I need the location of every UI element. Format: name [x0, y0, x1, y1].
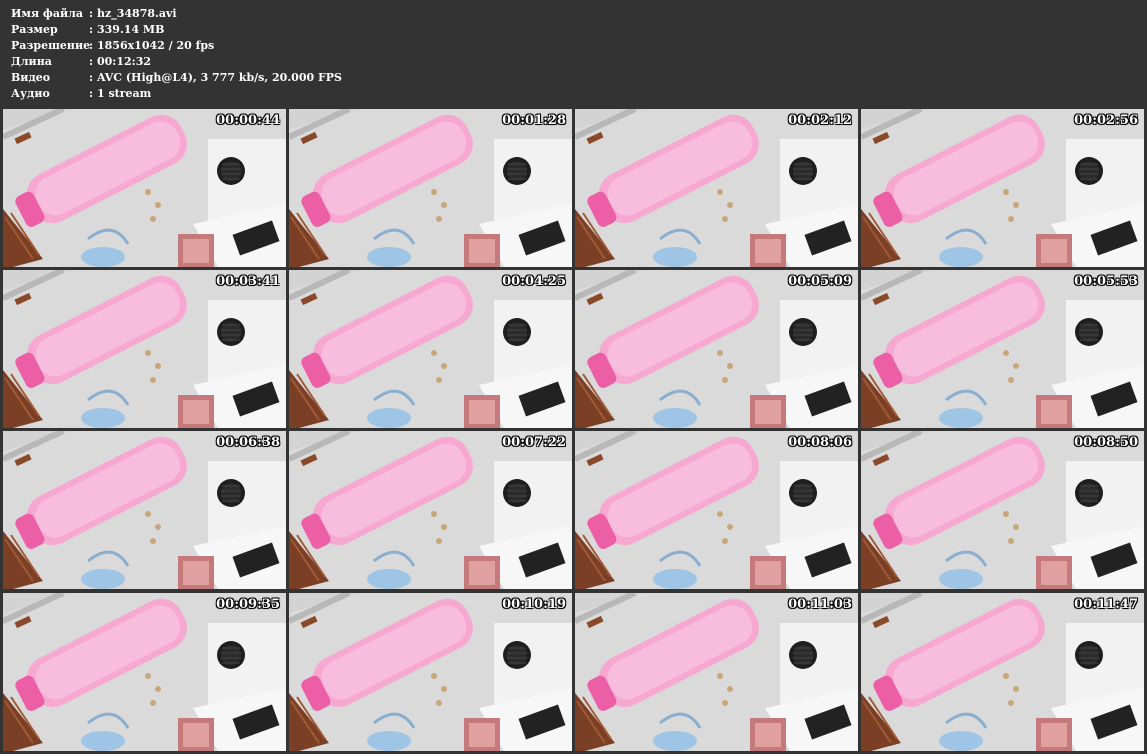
- video-thumbnail: 00:06:38: [3, 431, 286, 589]
- scene-placeholder: [861, 593, 1144, 751]
- thumbnail-timestamp: 00:11:03: [788, 597, 852, 612]
- info-value: 339.14 MB: [97, 23, 165, 36]
- info-key: Длина: [11, 55, 52, 68]
- video-thumbnail: 00:00:44: [3, 109, 286, 267]
- scene-placeholder: [289, 109, 572, 267]
- info-row-duration: Длина : 00:12:32: [11, 54, 342, 70]
- scene-placeholder: [3, 270, 286, 428]
- video-thumbnail: 00:02:56: [861, 109, 1144, 267]
- info-separator: :: [89, 87, 94, 100]
- thumbnail-grid: 00:00:44 00:01:28 00:02:12 00:02:56 00:0…: [3, 109, 1145, 753]
- scene-placeholder: [575, 270, 858, 428]
- info-key: Видео: [11, 71, 51, 84]
- thumbnail-timestamp: 00:02:12: [788, 113, 852, 128]
- thumbnail-timestamp: 00:00:44: [216, 113, 280, 128]
- thumbnail-timestamp: 00:02:56: [1074, 113, 1138, 128]
- thumbnail-timestamp: 00:09:35: [216, 597, 280, 612]
- video-thumbnail: 00:11:03: [575, 593, 858, 751]
- scene-placeholder: [3, 431, 286, 589]
- info-key: Аудио: [11, 87, 50, 100]
- video-thumbnail: 00:01:28: [289, 109, 572, 267]
- thumbnail-timestamp: 00:04:25: [502, 274, 566, 289]
- scene-placeholder: [575, 431, 858, 589]
- video-thumbnail: 00:04:25: [289, 270, 572, 428]
- thumbnail-timestamp: 00:03:41: [216, 274, 280, 289]
- scene-placeholder: [3, 593, 286, 751]
- info-separator: :: [89, 7, 94, 20]
- scene-placeholder: [289, 270, 572, 428]
- scene-placeholder: [3, 109, 286, 267]
- thumbnail-timestamp: 00:07:22: [502, 435, 566, 450]
- info-separator: :: [89, 23, 94, 36]
- thumbnail-timestamp: 00:10:19: [502, 597, 566, 612]
- info-separator: :: [89, 71, 94, 84]
- info-row-resolution: Разрешение : 1856x1042 / 20 fps: [11, 38, 342, 54]
- video-thumbnail: 00:09:35: [3, 593, 286, 751]
- info-value: AVC (High@L4), 3 777 kb/s, 20.000 FPS: [97, 71, 342, 84]
- thumbnail-timestamp: 00:05:09: [788, 274, 852, 289]
- video-thumbnail: 00:08:50: [861, 431, 1144, 589]
- scene-placeholder: [289, 431, 572, 589]
- thumbnail-timestamp: 00:11:47: [1074, 597, 1138, 612]
- info-row-size: Размер : 339.14 MB: [11, 22, 342, 38]
- thumbnail-timestamp: 00:05:53: [1074, 274, 1138, 289]
- video-thumbnail: 00:08:06: [575, 431, 858, 589]
- scene-placeholder: [575, 109, 858, 267]
- info-separator: :: [89, 39, 94, 52]
- info-key: Разрешение: [11, 39, 91, 52]
- info-row-audio: Аудио : 1 stream: [11, 86, 342, 102]
- video-thumbnail: 00:03:41: [3, 270, 286, 428]
- thumbnail-timestamp: 00:06:38: [216, 435, 280, 450]
- thumbnail-timestamp: 00:01:28: [502, 113, 566, 128]
- info-key: Имя файла: [11, 7, 83, 20]
- file-info-panel: Имя файла : hz_34878.avi Размер : 339.14…: [11, 6, 342, 102]
- scene-placeholder: [289, 593, 572, 751]
- info-value: 00:12:32: [97, 55, 152, 68]
- scene-placeholder: [575, 593, 858, 751]
- scene-placeholder: [861, 431, 1144, 589]
- video-thumbnail: 00:10:19: [289, 593, 572, 751]
- info-key: Размер: [11, 23, 58, 36]
- video-thumbnail: 00:07:22: [289, 431, 572, 589]
- info-row-video: Видео : AVC (High@L4), 3 777 kb/s, 20.00…: [11, 70, 342, 86]
- scene-placeholder: [861, 270, 1144, 428]
- video-thumbnail: 00:05:53: [861, 270, 1144, 428]
- info-value: 1856x1042 / 20 fps: [97, 39, 215, 52]
- video-thumbnail: 00:05:09: [575, 270, 858, 428]
- video-thumbnail: 00:02:12: [575, 109, 858, 267]
- thumbnail-timestamp: 00:08:50: [1074, 435, 1138, 450]
- info-value: 1 stream: [97, 87, 152, 100]
- info-row-filename: Имя файла : hz_34878.avi: [11, 6, 342, 22]
- video-thumbnail: 00:11:47: [861, 593, 1144, 751]
- thumbnail-timestamp: 00:08:06: [788, 435, 852, 450]
- info-separator: :: [89, 55, 94, 68]
- scene-placeholder: [861, 109, 1144, 267]
- info-value: hz_34878.avi: [97, 7, 177, 20]
